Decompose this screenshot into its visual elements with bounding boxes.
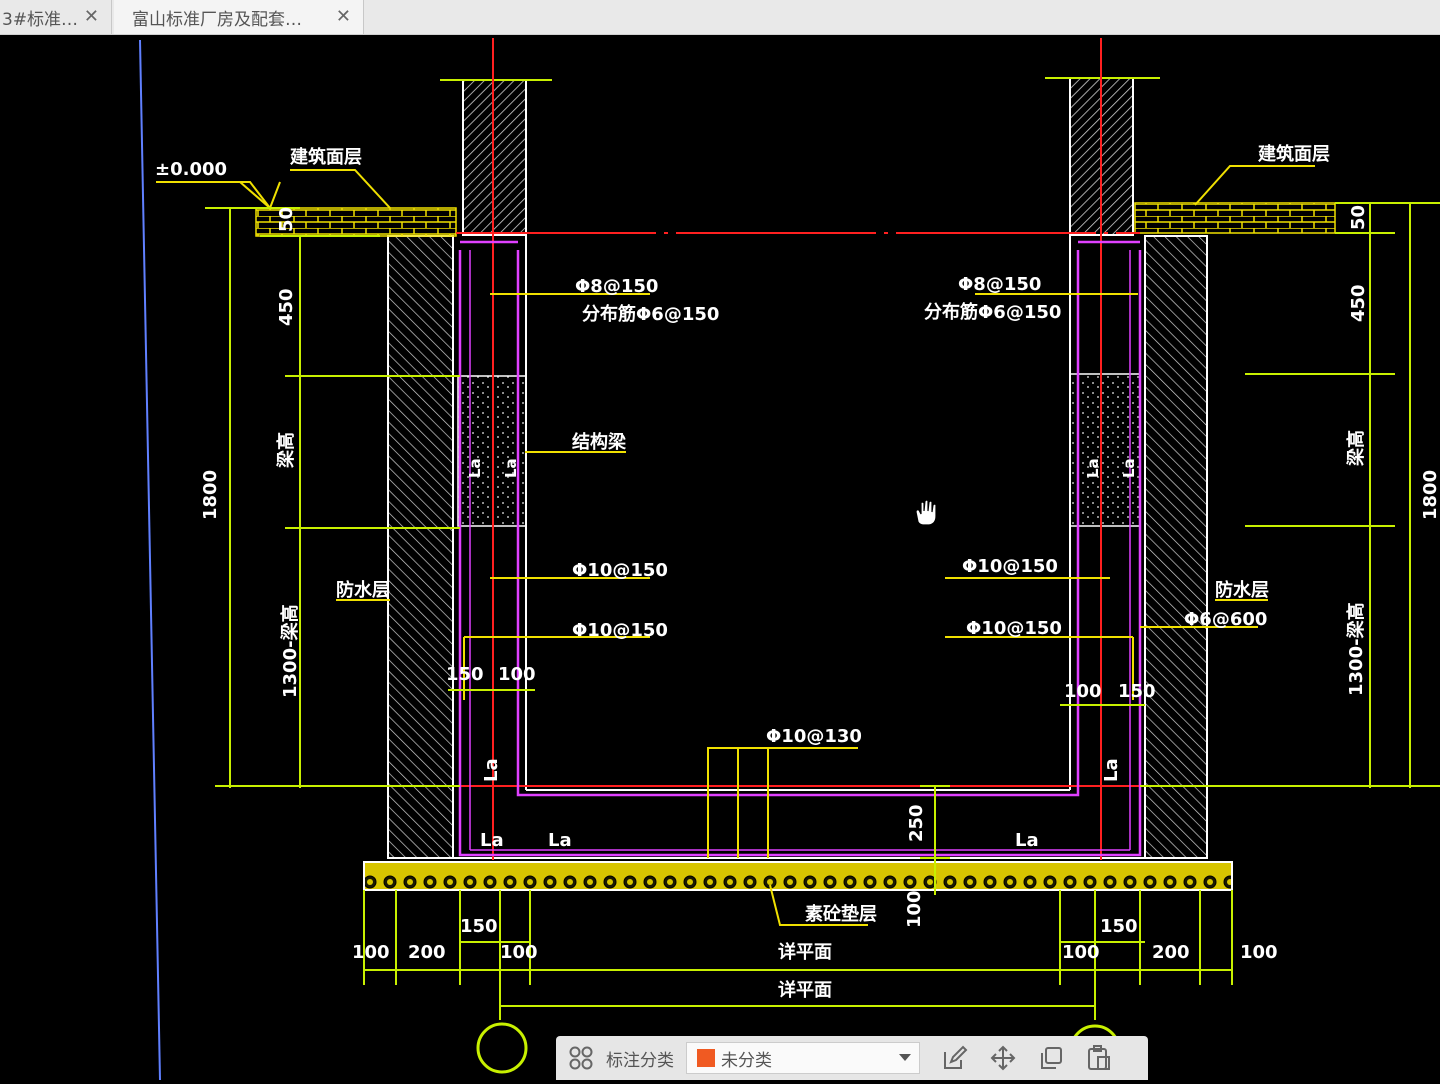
dim-100: 100	[498, 664, 536, 685]
dim-150: 150	[1100, 916, 1138, 937]
tab-bar: 3#标准… ✕ 富山标准厂房及配套… ✕	[0, 0, 1440, 35]
la-label: La	[1084, 458, 1102, 478]
dim-100: 100	[1062, 942, 1100, 963]
rebar-phi10-1-right: Φ10@150	[962, 556, 1058, 577]
dim-100: 100	[904, 890, 925, 928]
category-select[interactable]: 未分类	[686, 1042, 920, 1074]
rebar-phi10-2-right: Φ10@150	[966, 618, 1062, 639]
rebar-phi10-2-left: Φ10@150	[572, 620, 668, 641]
la-label: La	[502, 458, 520, 478]
struct-beam-label: 结构梁	[572, 431, 627, 453]
frame-border-line	[139, 39, 161, 1081]
la-label: La	[466, 458, 484, 478]
arch-layer-label-right: 建筑面层	[1258, 143, 1330, 165]
plan-ref-2: 详平面	[778, 979, 832, 1001]
category-color-swatch	[697, 1049, 715, 1067]
dim-50-right: 50	[1348, 205, 1369, 230]
dist-rebar-right: 分布筋Φ6@150	[924, 301, 1061, 323]
dim-100: 100	[500, 942, 538, 963]
la-label: La	[481, 758, 502, 782]
dim-150: 150	[460, 916, 498, 937]
copy-icon[interactable]	[1036, 1043, 1066, 1073]
tab-label: 富山标准厂房及配套…	[132, 9, 302, 30]
waterproof-label-right: 防水层	[1215, 579, 1269, 601]
dim-50-left: 50	[276, 207, 297, 232]
dim-100: 100	[352, 942, 390, 963]
dim-100: 100	[1064, 681, 1102, 702]
dim-200: 200	[1152, 942, 1190, 963]
rebar-phi10-1-left: Φ10@150	[572, 560, 668, 581]
paste-icon[interactable]	[1084, 1043, 1114, 1073]
axis-circle-left	[476, 1022, 528, 1074]
tab-drawing-3[interactable]: 3#标准… ✕	[0, 0, 112, 34]
annotation-toolbar: 标注分类 未分类	[556, 1036, 1148, 1080]
waterproof-label-left: 防水层	[336, 579, 390, 601]
close-icon[interactable]: ✕	[336, 6, 351, 27]
cushion-label: 素砼垫层	[805, 903, 877, 925]
bottom-rebar-label: Φ10@130	[766, 726, 862, 747]
finish-layer-right	[1134, 202, 1336, 234]
dim-200: 200	[408, 942, 446, 963]
beam-height-left: 梁高	[275, 432, 297, 469]
la-label: La	[480, 830, 504, 851]
pan-hand-cursor	[915, 499, 937, 526]
dim-150: 150	[1118, 681, 1156, 702]
tab-label: 3#标准…	[2, 9, 79, 30]
dim-450-left: 450	[276, 288, 297, 326]
wall-outer-left	[387, 235, 454, 859]
h1300-left: 1300-梁高	[279, 604, 301, 698]
tab-drawing-fushan[interactable]: 富山标准厂房及配套… ✕	[114, 0, 364, 34]
rebar-group	[458, 240, 1142, 857]
grid-icon[interactable]	[566, 1043, 596, 1073]
close-icon[interactable]: ✕	[84, 6, 99, 27]
wall-outer-right	[1144, 235, 1208, 859]
rebar-phi6-label: Φ6@600	[1184, 609, 1267, 630]
cad-drawing: ±0.000 建筑面层 建筑面层 Φ8@150 分布筋Φ6@150 Φ8@150…	[139, 38, 1440, 1081]
move-icon[interactable]	[988, 1043, 1018, 1073]
dim-1800-right: 1800	[1420, 470, 1440, 520]
cad-canvas[interactable]: ±0.000 建筑面层 建筑面层 Φ8@150 分布筋Φ6@150 Φ8@150…	[0, 34, 1440, 1081]
chevron-down-icon	[899, 1054, 911, 1061]
annotation-category-label: 标注分类	[606, 1050, 674, 1071]
dim-250: 250	[906, 804, 927, 842]
la-label: La	[548, 830, 572, 851]
elevation-label: ±0.000	[155, 159, 227, 180]
edit-icon[interactable]	[940, 1043, 970, 1073]
rebar-top-left: Φ8@150	[575, 276, 658, 297]
h1300-right: 1300-梁高	[1345, 602, 1367, 696]
dist-rebar-left: 分布筋Φ6@150	[582, 303, 719, 325]
category-value: 未分类	[721, 1050, 772, 1071]
arch-layer-label-left: 建筑面层	[290, 146, 362, 168]
dim-100: 100	[1240, 942, 1278, 963]
beam-height-right: 梁高	[1345, 430, 1367, 467]
dim-150: 150	[446, 664, 484, 685]
column-left	[462, 79, 527, 236]
la-label: La	[1015, 830, 1039, 851]
plan-ref-1: 详平面	[778, 941, 832, 963]
la-label: La	[1101, 758, 1122, 782]
cushion-layer	[363, 861, 1233, 891]
dim-1800-left: 1800	[200, 470, 221, 520]
rebar-top-right: Φ8@150	[958, 274, 1041, 295]
la-label: La	[1120, 458, 1138, 478]
dim-450-right: 450	[1348, 284, 1369, 322]
